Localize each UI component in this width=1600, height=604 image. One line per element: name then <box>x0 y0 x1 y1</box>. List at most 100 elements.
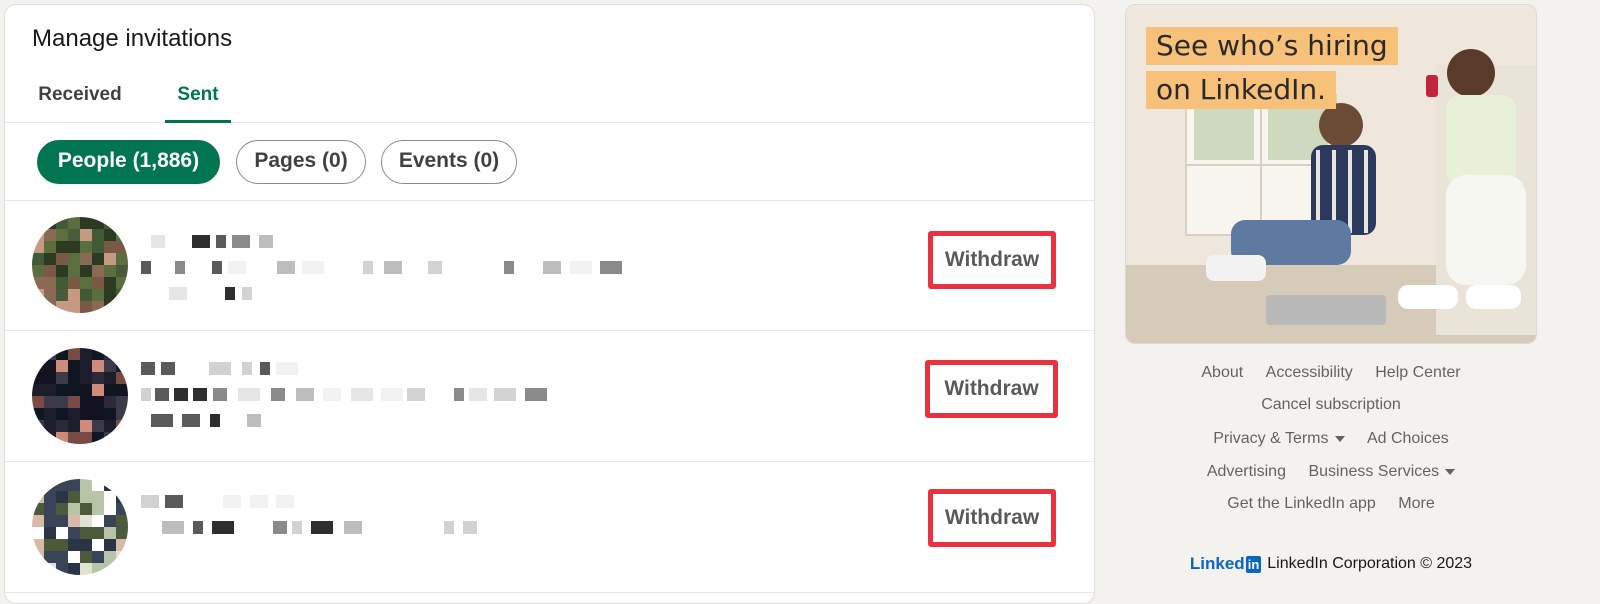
avatar-pixel <box>116 372 128 384</box>
avatar-pixel <box>56 563 68 575</box>
avatar-pixel <box>116 301 128 313</box>
avatar-pixel <box>80 491 92 503</box>
avatar-pixel <box>104 432 116 444</box>
avatar-pixel <box>116 348 128 360</box>
blur-block <box>344 521 362 534</box>
blurred-name[interactable] <box>151 235 281 248</box>
avatar-pixel <box>56 515 68 527</box>
avatar-pixel <box>44 551 56 563</box>
avatar-pixel <box>116 479 128 491</box>
avatar[interactable] <box>32 348 128 444</box>
tab-received[interactable]: Received <box>33 71 127 123</box>
blur-block <box>242 287 252 300</box>
footer-link-accessibility[interactable]: Accessibility <box>1266 364 1353 382</box>
avatar-pixel <box>104 384 116 396</box>
withdraw-button[interactable]: Withdraw <box>933 494 1051 542</box>
blur-block <box>504 261 514 274</box>
blur-block <box>216 235 226 248</box>
avatar-pixel <box>68 277 80 289</box>
withdraw-button[interactable]: Withdraw <box>933 236 1051 284</box>
avatar-pixel <box>92 491 104 503</box>
avatar-pixel <box>32 229 44 241</box>
avatar-pixel <box>44 563 56 575</box>
footer-link-ad-choices[interactable]: Ad Choices <box>1367 430 1449 448</box>
blurred-name[interactable] <box>141 362 298 375</box>
avatar-pixel <box>32 408 44 420</box>
footer-link-advertising[interactable]: Advertising <box>1207 463 1286 481</box>
ad-banner[interactable]: See who’s hiring on LinkedIn. <box>1125 4 1537 344</box>
avatar-pixel <box>56 360 68 372</box>
avatar-pixel <box>68 503 80 515</box>
blur-block <box>182 414 200 427</box>
avatar-pixel <box>56 277 68 289</box>
avatar-pixel <box>92 563 104 575</box>
avatar-pixel <box>56 396 68 408</box>
withdraw-highlight: Withdraw <box>928 231 1056 289</box>
avatar-pixel <box>56 265 68 277</box>
blur-block <box>141 362 155 375</box>
avatar-pixel <box>92 229 104 241</box>
avatar-pixel <box>80 301 92 313</box>
avatar[interactable] <box>32 479 128 575</box>
footer-link-more[interactable]: More <box>1398 495 1434 513</box>
avatar-pixel <box>32 503 44 515</box>
avatar-pixel <box>56 408 68 420</box>
footer-link-help-center[interactable]: Help Center <box>1375 364 1460 382</box>
avatar-pixel <box>56 420 68 432</box>
filter-pills: People (1,886) Pages (0) Events (0) <box>5 123 1094 201</box>
avatar-pixel <box>68 491 80 503</box>
avatar-pixel <box>104 217 116 229</box>
avatar-pixel <box>44 491 56 503</box>
avatar-pixel <box>92 515 104 527</box>
blur-block <box>141 261 151 274</box>
avatar-pixel <box>80 265 92 277</box>
tab-sent[interactable]: Sent <box>165 71 231 123</box>
avatar-pixel <box>32 479 44 491</box>
avatar-pixel <box>44 539 56 551</box>
avatar-pixel <box>80 479 92 491</box>
avatar-pixel <box>56 348 68 360</box>
avatar-pixel <box>104 551 116 563</box>
avatar-pixel <box>32 396 44 408</box>
avatar-pixel <box>104 503 116 515</box>
filter-events[interactable]: Events (0) <box>381 140 517 184</box>
avatar-pixel <box>80 360 92 372</box>
filter-pages[interactable]: Pages (0) <box>236 140 366 184</box>
footer-link-about[interactable]: About <box>1201 364 1243 382</box>
avatar-pixel <box>116 253 128 265</box>
avatar-pixel <box>44 420 56 432</box>
footer-link-business-services[interactable]: Business Services <box>1308 463 1456 481</box>
invitation-tabs: Received Sent <box>5 71 1094 123</box>
avatar-pixel <box>32 301 44 313</box>
footer-link-get-app[interactable]: Get the LinkedIn app <box>1227 495 1376 513</box>
avatar-pixel <box>116 408 128 420</box>
footer-link-cancel-subscription[interactable]: Cancel subscription <box>1261 396 1401 414</box>
avatar-pixel <box>92 372 104 384</box>
footer-link-privacy-terms[interactable]: Privacy & Terms <box>1213 430 1345 448</box>
avatar-pixel <box>116 265 128 277</box>
blur-block <box>381 388 403 401</box>
withdraw-button[interactable]: Withdraw <box>930 365 1053 413</box>
avatar-pixel <box>80 563 92 575</box>
avatar-pixel <box>116 241 128 253</box>
avatar-pixel <box>104 241 116 253</box>
avatar-pixel <box>104 253 116 265</box>
avatar-pixel <box>44 396 56 408</box>
avatar-pixel <box>116 515 128 527</box>
blur-block <box>525 388 547 401</box>
avatar-pixel <box>32 277 44 289</box>
blurred-headline <box>141 261 622 274</box>
avatar-pixel <box>68 563 80 575</box>
avatar-pixel <box>80 384 92 396</box>
blur-block <box>277 261 295 274</box>
ad-headline-line2: on LinkedIn. <box>1146 71 1337 109</box>
blur-block <box>271 388 285 401</box>
avatar[interactable] <box>32 217 128 313</box>
avatar-pixel <box>116 289 128 301</box>
blur-block <box>232 235 250 248</box>
blur-block <box>323 388 341 401</box>
filter-people[interactable]: People (1,886) <box>37 140 220 184</box>
blurred-name[interactable] <box>141 495 294 508</box>
invitation-row: Withdraw <box>5 463 1094 593</box>
avatar-pixel <box>92 408 104 420</box>
